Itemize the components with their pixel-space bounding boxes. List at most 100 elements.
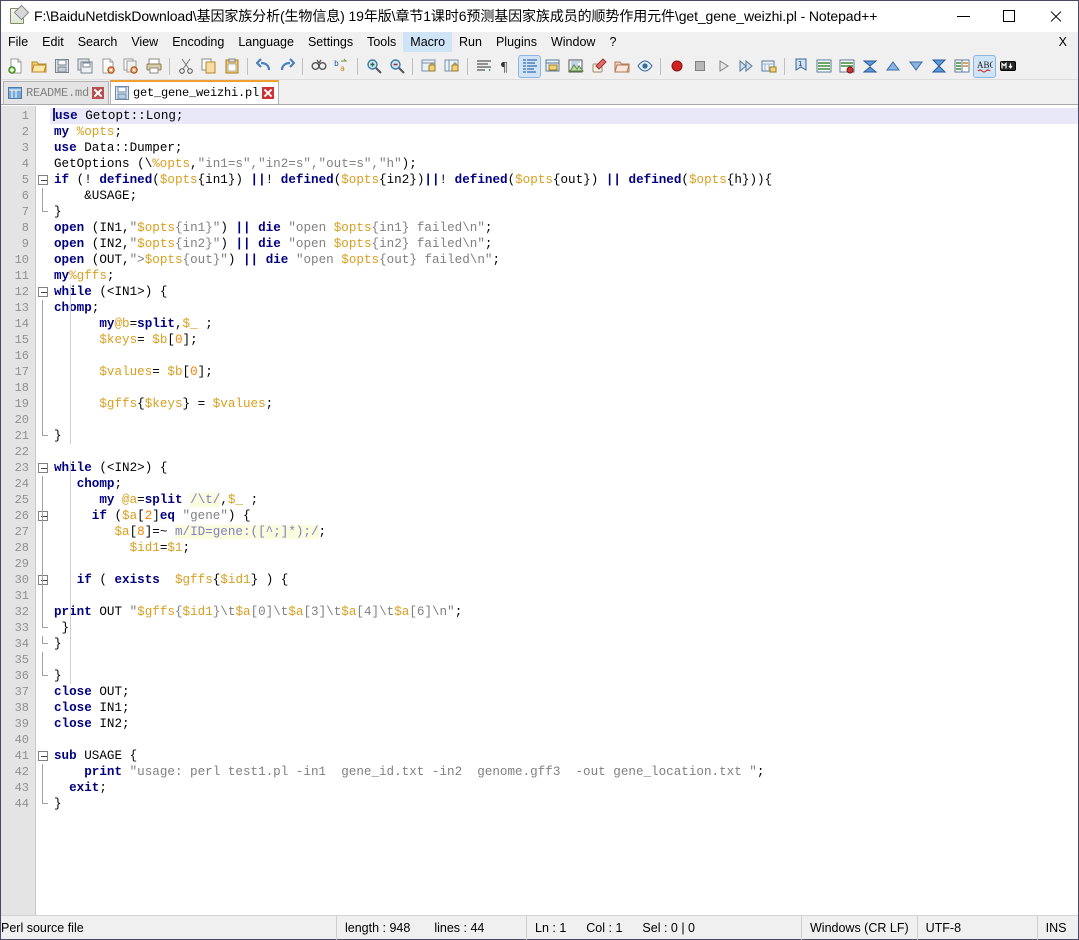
- close-file-icon[interactable]: [97, 56, 118, 77]
- code-line[interactable]: [50, 556, 1078, 572]
- status-encoding[interactable]: UTF-8: [918, 915, 1038, 940]
- close-document-button[interactable]: X: [1048, 32, 1078, 52]
- code-line[interactable]: close IN1;: [50, 700, 1078, 716]
- show-indent-guide-icon[interactable]: [518, 54, 541, 78]
- code-line[interactable]: if (! defined($opts{in1}) ||! defined($o…: [50, 172, 1078, 188]
- menu-plugins[interactable]: Plugins: [489, 32, 544, 52]
- code-line[interactable]: print OUT "$gffs{$id1}\t$a[0]\t$a[3]\t$a…: [50, 604, 1078, 620]
- code-line[interactable]: }: [50, 204, 1078, 220]
- fold-marker[interactable]: [36, 588, 50, 604]
- fold-marker[interactable]: [36, 556, 50, 572]
- code-line[interactable]: my %opts;: [50, 124, 1078, 140]
- code-line[interactable]: $values= $b[0];: [50, 364, 1078, 380]
- fold-marker[interactable]: [36, 460, 50, 476]
- fold-marker[interactable]: [36, 236, 50, 252]
- menu-edit[interactable]: Edit: [35, 32, 71, 52]
- fold-marker[interactable]: [36, 140, 50, 156]
- fold-marker[interactable]: [36, 220, 50, 236]
- code-line[interactable]: open (IN2,"$opts{in2}") || die "open $op…: [50, 236, 1078, 252]
- save-icon[interactable]: [51, 56, 72, 77]
- copy-icon[interactable]: [198, 56, 219, 77]
- minimize-button[interactable]: [940, 1, 986, 32]
- fold-marker[interactable]: [36, 700, 50, 716]
- fold-marker[interactable]: [36, 204, 50, 220]
- fold-marker[interactable]: [36, 380, 50, 396]
- fold-marker[interactable]: [36, 524, 50, 540]
- fold-up-icon[interactable]: [882, 56, 903, 77]
- code-line[interactable]: [50, 348, 1078, 364]
- zoom-in-icon[interactable]: [363, 56, 384, 77]
- paste-icon[interactable]: [221, 56, 242, 77]
- fold-marker[interactable]: [36, 364, 50, 380]
- play-macro-icon[interactable]: [712, 56, 733, 77]
- fold-marker[interactable]: [36, 268, 50, 284]
- code-content[interactable]: use Getopt::Long; my %opts; use Data::Dump…: [50, 106, 1078, 915]
- code-line[interactable]: [50, 444, 1078, 460]
- code-line[interactable]: $keys= $b[0];: [50, 332, 1078, 348]
- fold-marker[interactable]: [36, 108, 50, 124]
- menu-encoding[interactable]: Encoding: [165, 32, 231, 52]
- fold-marker[interactable]: [36, 316, 50, 332]
- fold-marker[interactable]: [36, 412, 50, 428]
- document-map-icon[interactable]: [565, 56, 586, 77]
- collapse-all-icon[interactable]: [859, 56, 880, 77]
- menu-run[interactable]: Run: [452, 32, 489, 52]
- code-line[interactable]: }: [50, 796, 1078, 812]
- fold-marker[interactable]: [36, 572, 50, 588]
- fold-marker[interactable]: [36, 492, 50, 508]
- fold-marker[interactable]: [36, 172, 50, 188]
- fold-marker[interactable]: [36, 188, 50, 204]
- code-line[interactable]: close IN2;: [50, 716, 1078, 732]
- menu-file[interactable]: File: [1, 32, 35, 52]
- code-line[interactable]: $a[8]=~ m/ID=gene:([^;]*);/;: [50, 524, 1078, 540]
- tab-close-icon[interactable]: [262, 87, 275, 99]
- code-line[interactable]: }: [50, 668, 1078, 684]
- fold-marker[interactable]: [36, 684, 50, 700]
- code-line[interactable]: [50, 732, 1078, 748]
- folder-as-workspace-icon[interactable]: [611, 56, 632, 77]
- editor-area[interactable]: 1 2 3 4 5 6 7 8 9 10 11 12 13 14 15 16 17 18 19 20 21 22 23 24 2…: [1, 105, 1078, 915]
- fold-marker[interactable]: [36, 156, 50, 172]
- code-line[interactable]: use Getopt::Long;: [50, 108, 1078, 124]
- code-line[interactable]: if ($a[2]eq "gene") {: [50, 508, 1078, 524]
- code-line[interactable]: sub USAGE {: [50, 748, 1078, 764]
- code-line[interactable]: my @a=split /\t/,$_ ;: [50, 492, 1078, 508]
- code-line[interactable]: }: [50, 636, 1078, 652]
- zoom-out-icon[interactable]: [386, 56, 407, 77]
- stop-recording-icon[interactable]: [689, 56, 710, 77]
- fold-marker[interactable]: [36, 604, 50, 620]
- bookmark-icon[interactable]: 1: [790, 56, 811, 77]
- user-defined-dialog-icon[interactable]: [542, 56, 563, 77]
- code-line[interactable]: if ( exists $gffs{$id1} ) {: [50, 572, 1078, 588]
- find-icon[interactable]: [308, 56, 329, 77]
- fold-marker[interactable]: [36, 396, 50, 412]
- save-all-icon[interactable]: [74, 56, 95, 77]
- spell-check-icon[interactable]: ABC: [973, 54, 996, 78]
- cut-icon[interactable]: [175, 56, 196, 77]
- menu-window[interactable]: Window: [544, 32, 602, 52]
- function-list-icon[interactable]: [588, 56, 609, 77]
- fold-marker[interactable]: [36, 764, 50, 780]
- show-all-characters-icon[interactable]: ¶: [496, 56, 517, 77]
- fold-marker[interactable]: [36, 780, 50, 796]
- fold-marker[interactable]: [36, 652, 50, 668]
- code-line[interactable]: close OUT;: [50, 684, 1078, 700]
- tab-close-icon[interactable]: [92, 87, 105, 99]
- menu-view[interactable]: View: [124, 32, 165, 52]
- status-insert-mode[interactable]: INS: [1038, 916, 1078, 940]
- code-line[interactable]: open (IN1,"$opts{in1}") || die "open $op…: [50, 220, 1078, 236]
- code-line[interactable]: }: [50, 428, 1078, 444]
- save-macro-icon[interactable]: [758, 56, 779, 77]
- code-line[interactable]: exit;: [50, 780, 1078, 796]
- fold-margin[interactable]: [36, 106, 50, 915]
- fold-marker[interactable]: [36, 124, 50, 140]
- code-line[interactable]: while (<IN1>) {: [50, 284, 1078, 300]
- fold-marker[interactable]: [36, 428, 50, 444]
- unfold-down-icon[interactable]: [905, 56, 926, 77]
- code-line[interactable]: [50, 412, 1078, 428]
- fold-marker[interactable]: [36, 620, 50, 636]
- fold-marker[interactable]: [36, 796, 50, 812]
- monitoring-icon[interactable]: [634, 56, 655, 77]
- code-line[interactable]: open (OUT,">$opts{out}") || die "open $o…: [50, 252, 1078, 268]
- fold-marker[interactable]: [36, 508, 50, 524]
